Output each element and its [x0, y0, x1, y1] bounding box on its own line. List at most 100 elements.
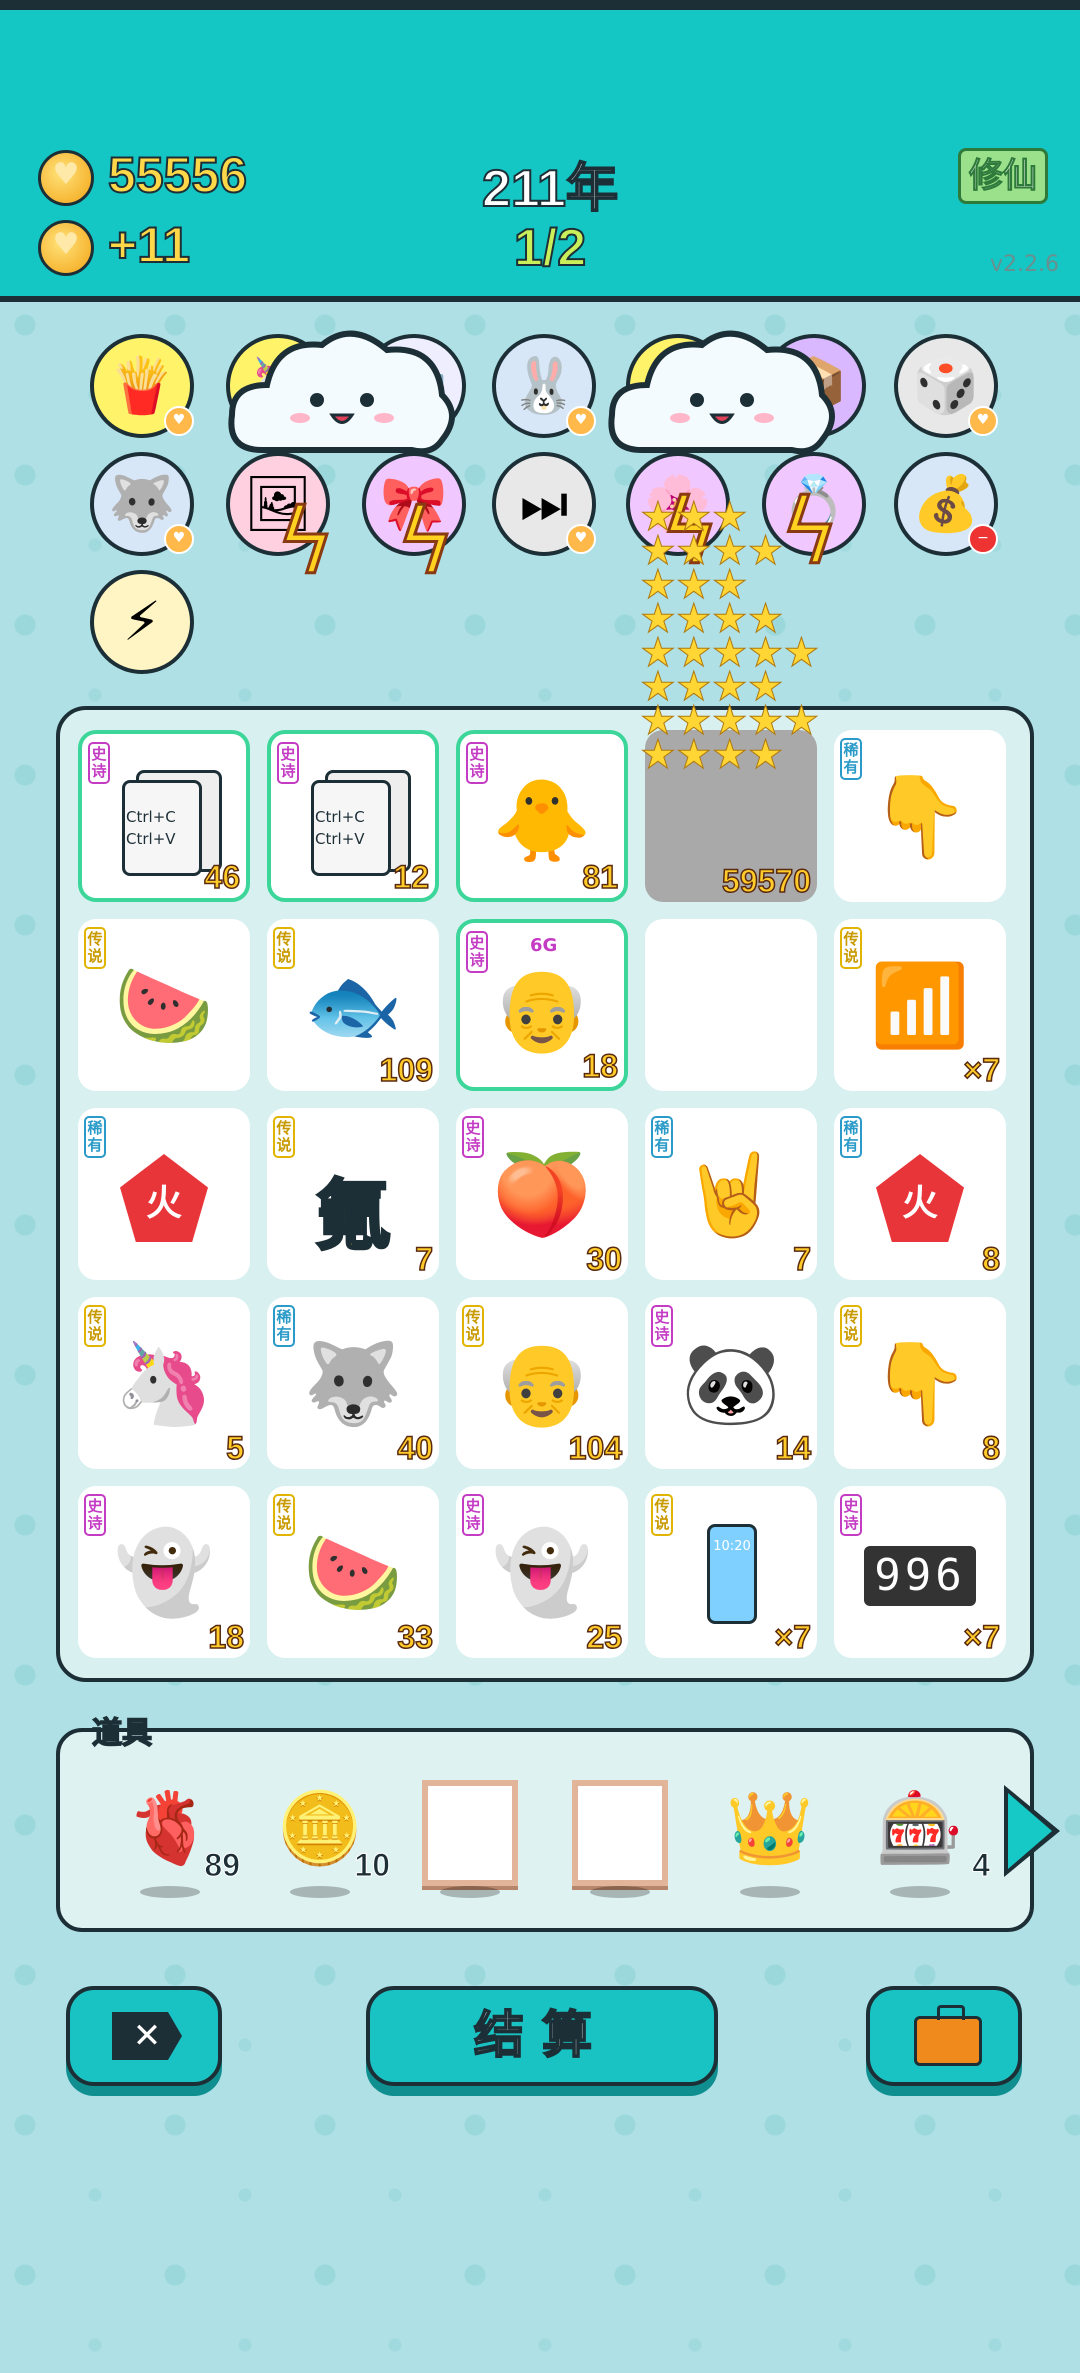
year-label: 211年	[481, 159, 619, 219]
prop-slot[interactable]	[410, 1778, 530, 1908]
lightning-bolt-icon: ϟ	[274, 489, 336, 597]
board-cell[interactable]: 传说 👇 8	[834, 1297, 1006, 1469]
round-counter: 1/2	[513, 218, 587, 278]
yellow-hand-icon: 👇	[870, 1337, 970, 1430]
prop-count: 10	[354, 1847, 391, 1884]
item-count: 5	[225, 1429, 244, 1467]
props-next-arrow[interactable]	[1004, 1785, 1060, 1877]
game-board: 史诗 Ctrl+C Ctrl+V 46 史诗 Ctrl+C Ctrl+V 12 史诗 🐥 81 5…	[56, 706, 1034, 1682]
board-cell[interactable]: 稀有火	[78, 1108, 250, 1280]
board-cell[interactable]: 传说 10:20 ×7	[645, 1486, 817, 1658]
item-count: 12	[393, 858, 430, 896]
board-cell[interactable]: 稀有火8	[834, 1108, 1006, 1280]
fire-pentagon-icon: 火	[876, 1154, 964, 1242]
item-count: 7	[414, 1240, 433, 1278]
briefcase-icon	[914, 2005, 982, 2066]
board-cell[interactable]: 史诗 Ctrl+C Ctrl+V 46	[78, 730, 250, 902]
chinese-char-icon: 氪	[314, 1170, 393, 1262]
card-text: Ctrl+C Ctrl+V	[126, 808, 176, 848]
item-count: ×7	[963, 1618, 1001, 1656]
rarity-tag: 稀有	[84, 1116, 106, 1158]
item-count: ×7	[963, 1051, 1001, 1089]
fries-icon[interactable]: 🍟 ♥	[90, 334, 194, 438]
version-label: v2.2.6	[990, 252, 1059, 277]
unicorn-icon: 🦄	[114, 1337, 214, 1430]
board-cell[interactable]: 史诗 🐥 81	[456, 730, 628, 902]
network-badge: 6G	[530, 935, 558, 956]
remove-button[interactable]: ✕	[66, 1986, 222, 2086]
skip-icon[interactable]: ⏭ ♥	[492, 452, 596, 556]
ghost-icon: 👻	[492, 1526, 592, 1619]
slot-machine-icon: 🎰	[876, 1787, 964, 1869]
props-label: 道具	[91, 1715, 153, 1752]
storm-cloud-icon	[608, 330, 835, 455]
board-cell[interactable]: 史诗 996 ×7	[834, 1486, 1006, 1658]
prop-slot[interactable]: 🎰 4	[860, 1778, 990, 1908]
crown-icon: 👑	[726, 1787, 814, 1869]
rarity-tag: 史诗	[277, 742, 299, 784]
board-cell[interactable]: 传说氪7	[267, 1108, 439, 1280]
watermelon-icon: 🍉	[303, 1526, 403, 1619]
props-panel: 🫀 89 🪙 10 👑 🎰 4	[56, 1728, 1034, 1932]
lightning-icon[interactable]: ⚡	[90, 570, 194, 674]
item-count: 8	[981, 1429, 1000, 1467]
board-cell[interactable]: 稀有 👇	[834, 730, 1006, 902]
settle-button[interactable]: 结算	[366, 1986, 718, 2086]
item-count: 18	[208, 1618, 245, 1656]
item-count: 46	[204, 858, 241, 896]
lightning-bolt-icon: ϟ	[394, 489, 456, 597]
board-cell[interactable]: 传说 🦄 5	[78, 1297, 250, 1469]
prop-shadow	[290, 1886, 350, 1898]
money-bag-icon[interactable]: 💰 −	[894, 452, 998, 556]
prop-slot[interactable]: 👑	[710, 1778, 830, 1908]
dice-icon[interactable]: 🎲 ♥	[894, 334, 998, 438]
rabbit-icon[interactable]: 🐰 ♥	[492, 334, 596, 438]
rarity-tag: 史诗	[840, 1494, 862, 1536]
frame-icon	[572, 1780, 668, 1886]
board-cell[interactable]: 史诗 👴 6G 18	[456, 919, 628, 1091]
prop-count: 4	[972, 1847, 991, 1884]
cultivation-mode-button[interactable]: 修仙	[958, 148, 1048, 204]
koi-icon: 🐟	[303, 959, 403, 1052]
coin-icon	[38, 150, 94, 206]
board-cell[interactable]: 传说 👴 104	[456, 1297, 628, 1469]
card-text: Ctrl+C Ctrl+V	[315, 808, 365, 848]
board-cell[interactable]: 传说 🍉	[78, 919, 250, 1091]
board-cell[interactable]: 史诗 👻 25	[456, 1486, 628, 1658]
prop-slot[interactable]	[560, 1778, 680, 1908]
prop-shadow	[590, 1886, 650, 1898]
board-cell[interactable]: 传说 🐟 109	[267, 919, 439, 1091]
board-cell[interactable]: 稀有 🤘 7	[645, 1108, 817, 1280]
item-count: ×7	[774, 1618, 812, 1656]
board-cell[interactable]	[645, 919, 817, 1091]
husky-icon: 🐺	[303, 1337, 403, 1430]
board-cell[interactable]: 稀有 🐺 40	[267, 1297, 439, 1469]
husky-icon[interactable]: 🐺 ♥	[90, 452, 194, 556]
prop-slot[interactable]: 🫀 89	[110, 1778, 240, 1908]
counter-996-icon: 996	[864, 1546, 976, 1606]
item-count: 14	[775, 1429, 812, 1467]
coin-total: 55556	[107, 146, 248, 204]
rarity-tag: 稀有	[840, 1116, 862, 1158]
board-cell[interactable]: 史诗 Ctrl+C Ctrl+V 12	[267, 730, 439, 902]
rarity-tag: 史诗	[88, 742, 110, 784]
board-cell[interactable]: 史诗 🍑 30	[456, 1108, 628, 1280]
header: 55556 +11 211年 1/2 修仙 v2.2.6	[0, 0, 1080, 302]
item-count: 81	[582, 858, 619, 896]
prop-shadow	[140, 1886, 200, 1898]
backpack-button[interactable]	[866, 1986, 1022, 2086]
board-cell[interactable]: 传说 🍉 33	[267, 1486, 439, 1658]
peach-icon: 🍑	[492, 1148, 592, 1241]
prop-slot[interactable]: 🪙 10	[260, 1778, 390, 1908]
storm-cloud-icon	[228, 330, 455, 455]
board-cell[interactable]: 史诗 🐼 14	[645, 1297, 817, 1469]
item-count: 40	[397, 1429, 434, 1467]
wifi-icon: 📶	[870, 959, 970, 1052]
ghost-icon: 👻	[114, 1526, 214, 1619]
item-count: 18	[582, 1047, 619, 1085]
coin-income: +11	[107, 216, 191, 274]
board-cell[interactable]: 传说 📶 ×7	[834, 919, 1006, 1091]
king-grandpa-icon: 👴	[492, 1337, 592, 1430]
board-cell[interactable]: 史诗 👻 18	[78, 1486, 250, 1658]
item-count: 59570	[721, 862, 811, 900]
